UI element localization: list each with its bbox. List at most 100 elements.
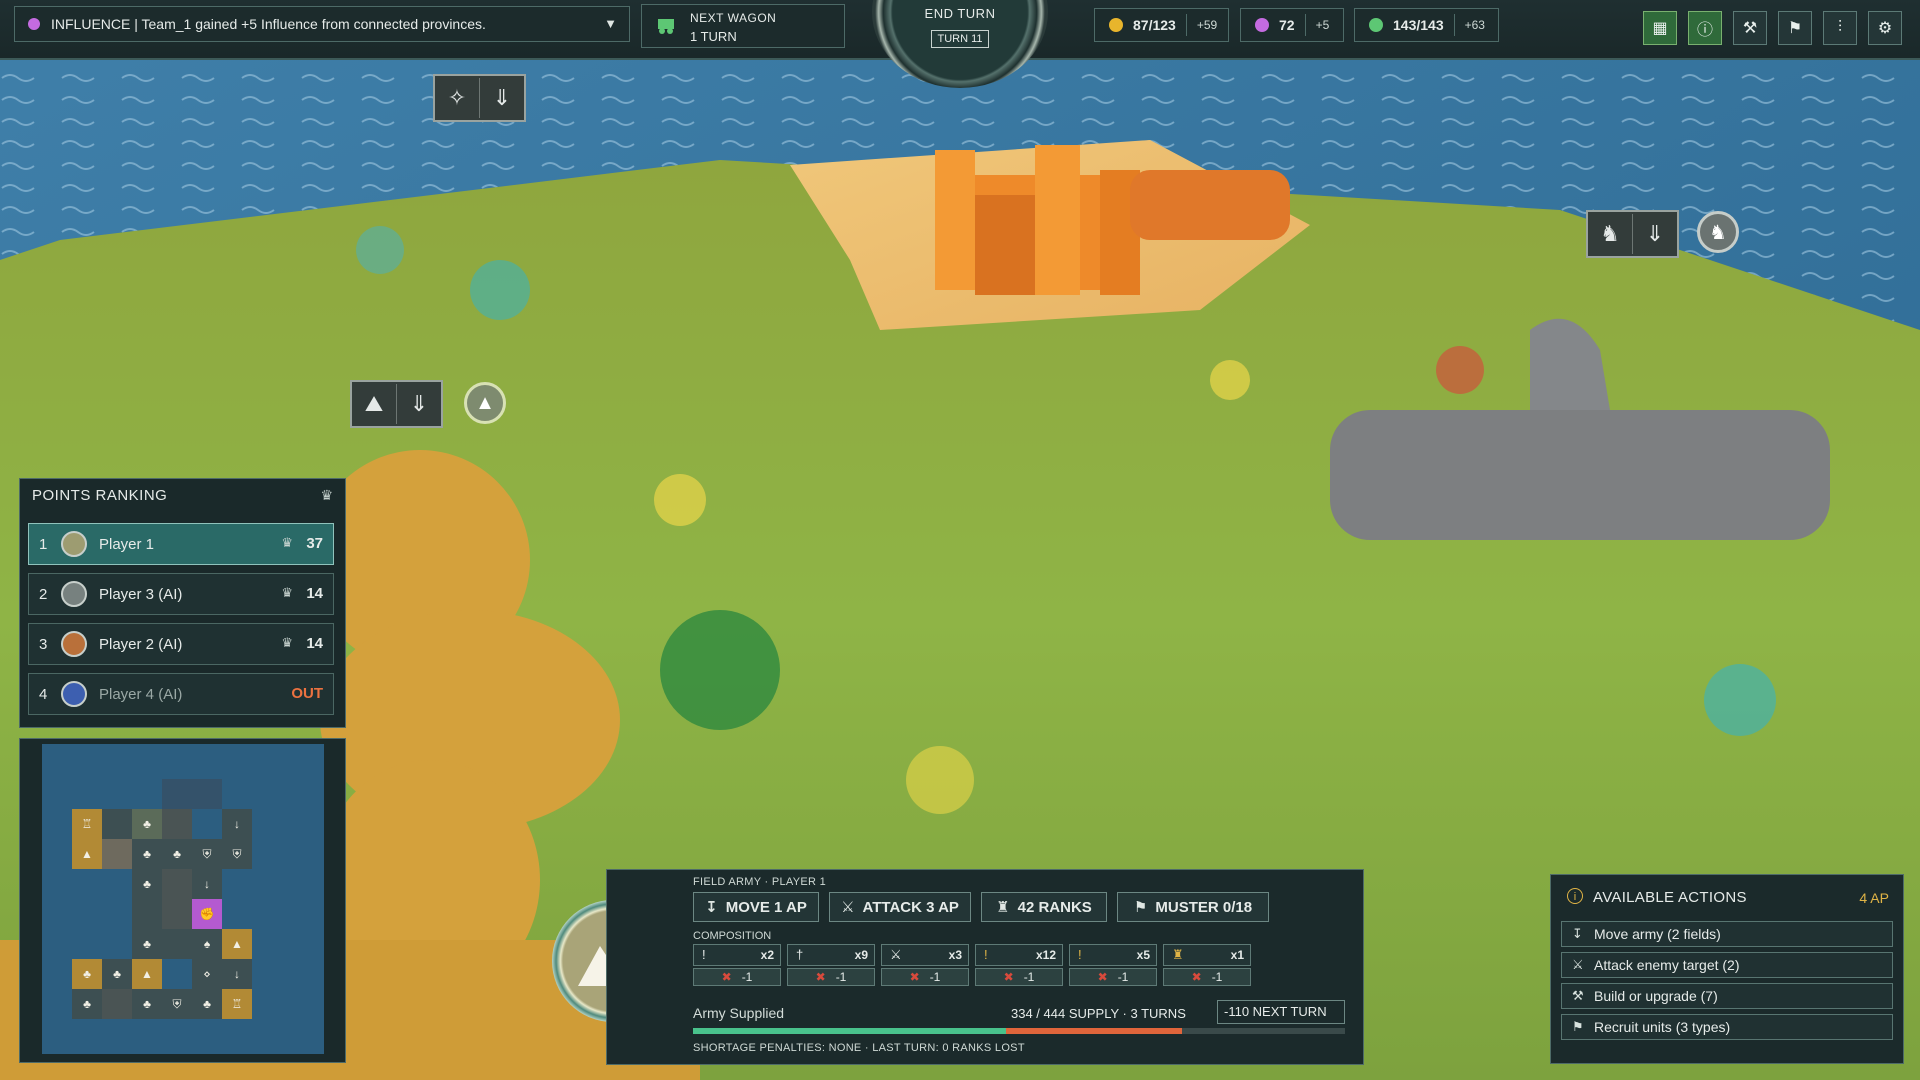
swordsman-icon: † [796,947,804,962]
unit-card[interactable]: ǃ x2 ✖ -1 [693,944,781,986]
map-button[interactable]: ▦ [1643,11,1677,45]
muster-label: MUSTER 0/18 [1155,898,1253,916]
lion-medal-icon[interactable]: ♞ [1697,211,1739,253]
next-wagon-panel[interactable]: NEXT WAGON 1 TURN [641,4,845,48]
unit-penalty: -1 [1117,970,1129,984]
arrow-down-icon: ⇓ [1632,214,1677,254]
ranking-row[interactable]: 3 Player 2 (AI) ♛ 14 [28,623,334,665]
minimap-tile: ♖ [222,989,252,1019]
end-turn-label: END TURN [924,6,996,21]
unit-card[interactable]: ♜ x1 ✖ -1 [1163,944,1251,986]
rank-number: 2 [39,586,48,603]
siege-icon: ♜ [1172,947,1184,962]
avatar [61,631,87,657]
next-wagon-value: 1 TURN [690,29,737,44]
build-button[interactable]: ⚒ [1733,11,1767,45]
player-medal-icon[interactable]: ▲ [464,382,506,424]
minimap-tile: ⛨ [222,839,252,869]
action-label: Attack enemy target (2) [1594,957,1740,973]
settings-icon: ⚙ [1877,20,1893,37]
influence-icon [28,18,40,30]
minimap-tile: ⛨ [162,989,192,1019]
action-attack[interactable]: ⚔ Attack enemy target (2) [1561,952,1893,978]
minimap-tile: ♣ [72,959,102,989]
ranks-icon: ♜ [996,899,1010,916]
minimap-tile: ♣ [132,989,162,1019]
chevron-down-icon[interactable]: ▼ [604,16,617,31]
ranks-button[interactable]: ♜ 42 RANKS [981,892,1107,922]
crown-icon: ♛ [281,535,293,550]
minimap-tile: ♣ [102,959,132,989]
minimap-tile: ♣ [132,869,162,899]
minimap-tile [102,989,132,1019]
next-turn-supply: -110 NEXT TURN [1217,1000,1345,1024]
ranking-row[interactable]: 4 Player 4 (AI) OUT [28,673,334,715]
rank-number: 1 [39,536,48,553]
loss-icon: ✖ [1097,970,1108,984]
map-icon: ▦ [1652,20,1668,37]
minimap[interactable]: ♖ ♣ ↓ ▲ ♣ ♣ ⛨ ⛨ ♣ ↓ ✊ ♣ ♠ ▲ ♣ ♣ ▲ ⋄ ↓ ♣ … [19,738,346,1063]
recruit-button[interactable]: ⚑ [1778,11,1812,45]
unit-card[interactable]: ǃ x12 ✖ -1 [975,944,1063,986]
lion-crest-icon: ♞ [1600,221,1620,246]
muster-button[interactable]: ⚑ MUSTER 0/18 [1117,892,1269,922]
move-button[interactable]: ↧ MOVE 1 AP [693,892,819,922]
minimap-tile [132,899,162,929]
supply-resource[interactable]: 143/143 +63 [1354,8,1499,42]
turn-counter: TURN 11 [931,30,989,48]
unit-penalty: -1 [741,970,753,984]
action-label: Build or upgrade (7) [1594,988,1718,1004]
loss-icon: ✖ [815,970,826,984]
notification-bar[interactable]: INFLUENCE | Team_1 gained +5 Influence f… [14,6,630,42]
ranks-label: 42 RANKS [1017,898,1092,916]
minimap-tile: ♖ [72,809,102,839]
info-button[interactable]: ⓘ [1688,11,1722,45]
player-status: OUT [291,685,323,702]
action-build[interactable]: ⚒ Build or upgrade (7) [1561,983,1893,1009]
rank-number: 4 [39,686,48,703]
action-recruit[interactable]: ⚑ Recruit units (3 types) [1561,1014,1893,1040]
move-icon: ↧ [1572,926,1583,941]
crown-icon: ♛ [281,585,293,600]
supply-delta: +63 [1464,18,1485,32]
minimap-tile [162,929,192,959]
muster-icon: ⚑ [1133,899,1148,916]
enemy-banner-player4[interactable]: ✧ ⇓ [433,74,526,122]
attack-button[interactable]: ⚔ ATTACK 3 AP [829,892,971,922]
gold-resource[interactable]: 87/123 +59 [1094,8,1229,42]
settings-button[interactable]: ⚙ [1868,11,1902,45]
stats-icon: ⫶ [1837,19,1842,36]
unit-card[interactable]: ǃ x5 ✖ -1 [1069,944,1157,986]
minimap-tile [192,779,222,809]
unit-count: x5 [1136,948,1150,962]
minimap-tile [102,809,132,839]
minimap-tile [162,779,192,809]
minimap-tile [102,839,132,869]
player-banner-1[interactable]: ⛰ ⇓ [350,380,443,428]
minimap-tile [162,809,192,839]
stats-button[interactable]: ⫶ [1823,11,1857,45]
influence-resource[interactable]: 72 +5 [1240,8,1344,42]
minimap-tile: ↓ [222,809,252,839]
ranking-row[interactable]: 1 Player 1 ♛ 37 [28,523,334,565]
action-move-army[interactable]: ↧ Move army (2 fields) [1561,921,1893,947]
unit-count: x1 [1230,948,1244,962]
unit-card[interactable]: ⚔ x3 ✖ -1 [881,944,969,986]
crown-icon: ♛ [320,487,333,503]
ranking-row[interactable]: 2 Player 3 (AI) ♛ 14 [28,573,334,615]
gold-delta: +59 [1196,18,1218,32]
player-points: 14 [306,585,323,602]
move-icon: ↧ [705,899,718,916]
enemy-banner-player3[interactable]: ♞ ⇓ [1586,210,1679,258]
info-icon: ⓘ [1696,22,1713,39]
loss-icon: ✖ [1003,970,1014,984]
recruit-icon: ⚑ [1572,1019,1584,1034]
minimap-tile: ♣ [132,809,162,839]
rank-number: 3 [39,636,48,653]
minimap-tile: ▲ [72,839,102,869]
minimap-tile: ♣ [192,989,222,1019]
points-ranking-panel: POINTS RANKING ♛ 1 Player 1 ♛ 37 2 Playe… [19,478,346,728]
supply-bar-consumption [1006,1028,1182,1034]
unit-card[interactable]: † x9 ✖ -1 [787,944,875,986]
ranking-title: POINTS RANKING [32,487,168,504]
